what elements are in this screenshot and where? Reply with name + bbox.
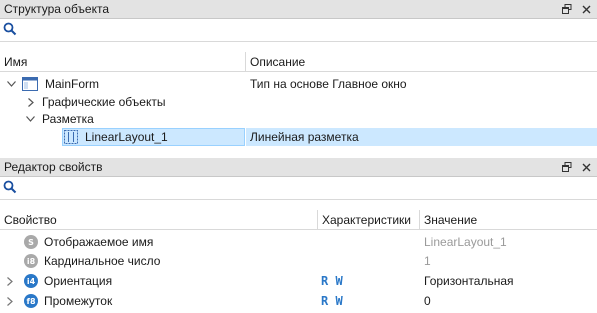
chevron-down-icon[interactable] (6, 79, 16, 89)
property-name: Кардинальное число (44, 254, 161, 268)
read-write-flags: R W (321, 274, 343, 288)
property-value: LinearLayout_1 (424, 235, 507, 249)
column-characteristics[interactable]: Характеристики (318, 210, 420, 229)
tree-item-label: Разметка (42, 112, 94, 126)
float8-type-icon: f8 (24, 294, 38, 308)
property-value[interactable]: 0 (424, 294, 431, 308)
column-name[interactable]: Имя (0, 52, 246, 71)
property-value[interactable]: Горизонтальная (424, 274, 514, 288)
tree-row-linearlayout[interactable]: LinearLayout_1 Линейная разметка (0, 128, 597, 146)
property-row-orientation[interactable]: i4 Ориентация R W Горизонтальная (0, 272, 597, 290)
tree-item-description: Линейная разметка (250, 130, 359, 144)
chevron-right-icon[interactable] (5, 276, 15, 286)
property-row-display-name[interactable]: S Отображаемое имя LinearLayout_1 (0, 233, 597, 251)
property-name: Ориентация (44, 274, 113, 288)
tree-row-graphics[interactable]: Графические объекты (0, 93, 597, 111)
column-value[interactable]: Значение (420, 210, 597, 229)
read-write-flags: R W (321, 294, 343, 308)
property-editor-title: Редактор свойств (4, 160, 103, 174)
search-icon[interactable] (3, 22, 17, 39)
property-value: 1 (424, 254, 431, 268)
linear-layout-icon (64, 130, 78, 147)
property-search-bar[interactable] (0, 178, 597, 200)
property-name: Промежуток (44, 294, 113, 308)
column-description[interactable]: Описание (246, 52, 597, 71)
property-row-spacing[interactable]: f8 Промежуток R W 0 (0, 292, 597, 310)
undock-icon[interactable] (559, 159, 575, 175)
tree-row-layout[interactable]: Разметка (0, 110, 597, 128)
window-icon (22, 77, 38, 94)
tree-item-label: Графические объекты (42, 95, 166, 109)
int8-type-icon: i8 (24, 254, 38, 268)
column-property[interactable]: Свойство (0, 210, 318, 229)
property-editor-header: Редактор свойств (0, 158, 597, 177)
chevron-right-icon[interactable] (26, 97, 36, 107)
close-icon[interactable] (578, 159, 594, 175)
chevron-right-icon[interactable] (5, 296, 15, 306)
property-columns-header: Свойство Характеристики Значение (0, 210, 597, 230)
property-name: Отображаемое имя (44, 235, 154, 249)
property-row-cardinality[interactable]: i8 Кардинальное число 1 (0, 252, 597, 270)
object-search-bar[interactable] (0, 20, 597, 42)
object-structure-title: Структура объекта (4, 2, 110, 16)
close-icon[interactable] (578, 1, 594, 17)
undock-icon[interactable] (559, 1, 575, 17)
tree-item-label: MainForm (45, 77, 100, 91)
int4-type-icon: i4 (24, 274, 38, 288)
object-columns-header: Имя Описание (0, 52, 597, 72)
string-type-icon: S (24, 235, 38, 249)
object-structure-header: Структура объекта (0, 0, 597, 19)
chevron-down-icon[interactable] (25, 114, 35, 124)
tree-item-label: LinearLayout_1 (85, 130, 168, 144)
tree-row-mainform[interactable]: MainForm Тип на основе Главное окно (0, 75, 597, 93)
tree-item-description: Тип на основе Главное окно (250, 77, 407, 91)
search-icon[interactable] (3, 180, 17, 197)
